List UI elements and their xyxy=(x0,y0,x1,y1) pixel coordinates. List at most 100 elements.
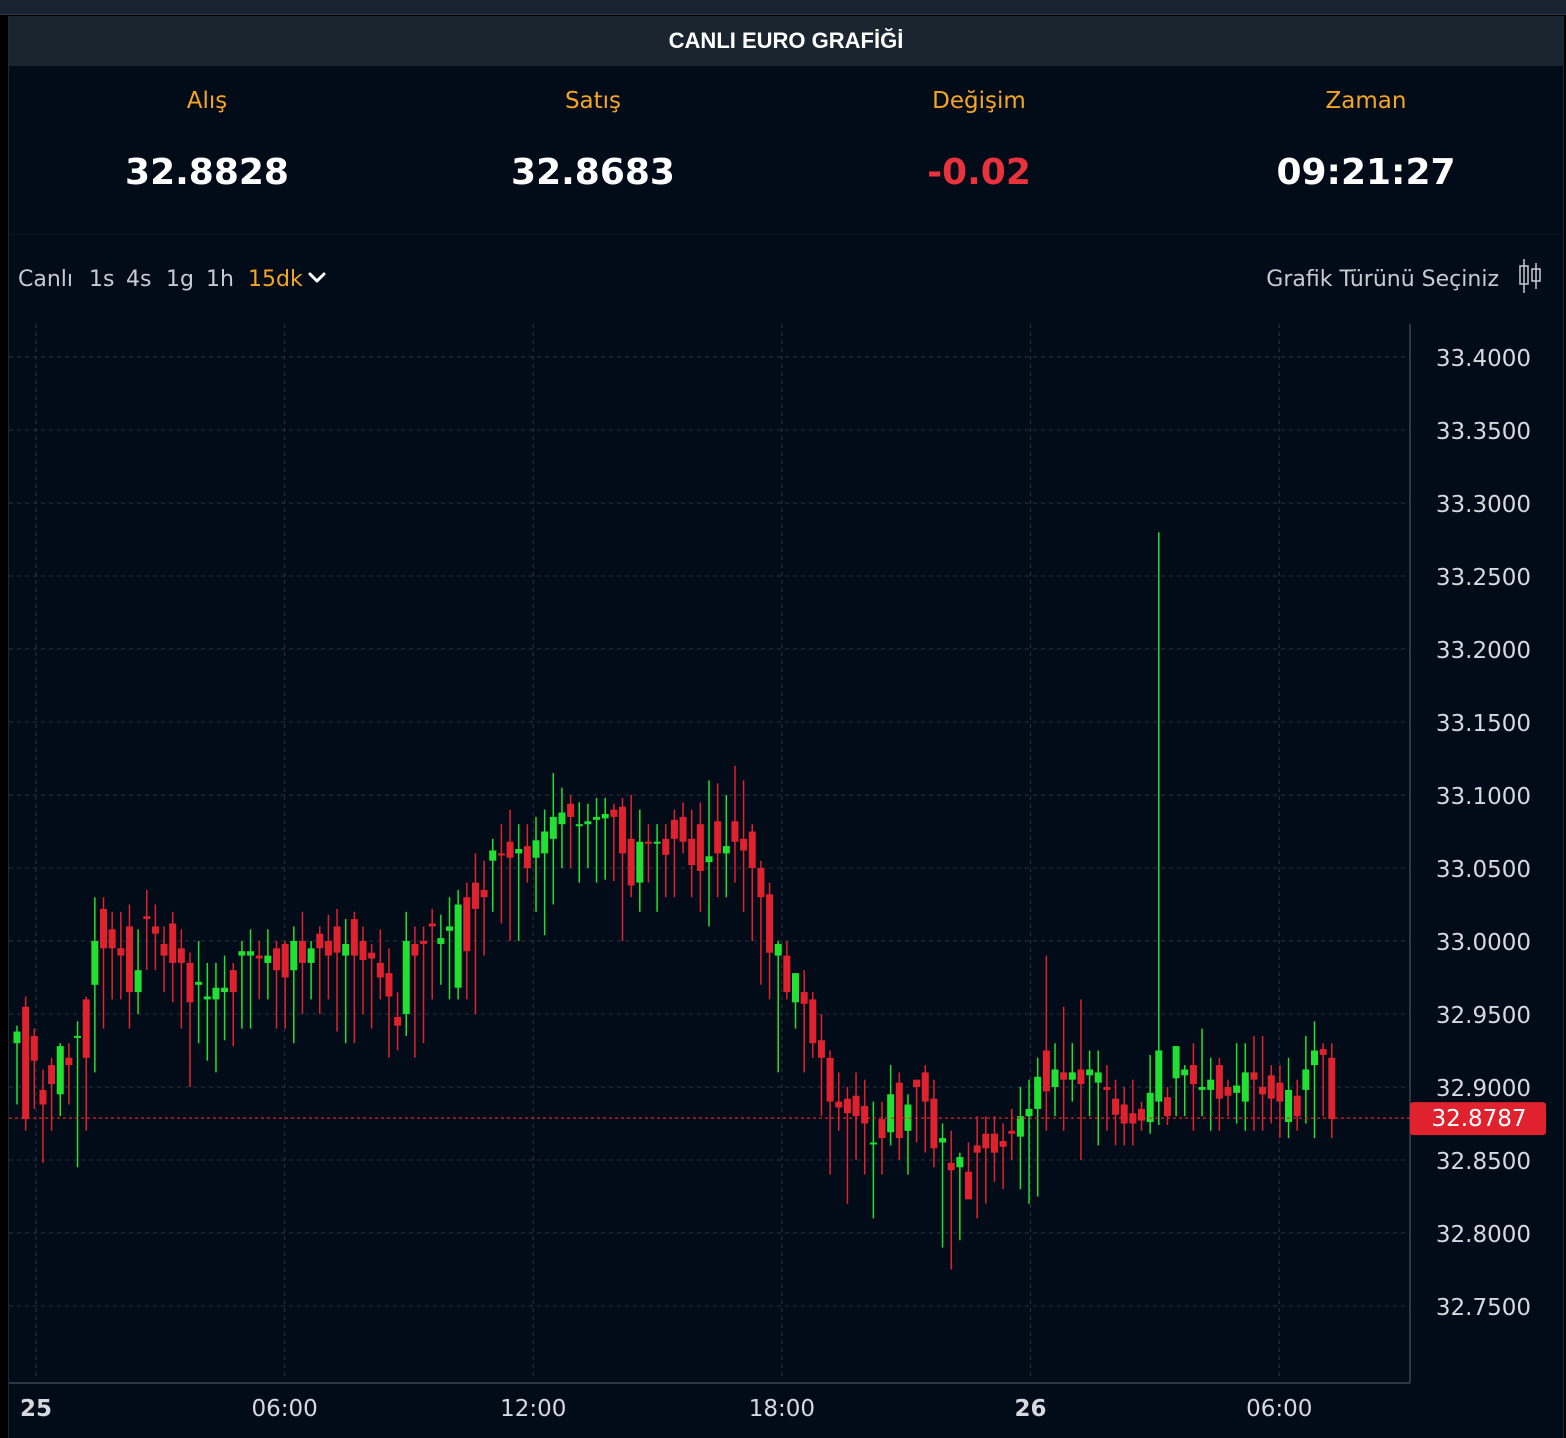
y-tick-label: 33.0000 xyxy=(1436,930,1531,956)
candle-body xyxy=(532,840,540,858)
y-tick-label: 33.3000 xyxy=(1436,492,1531,518)
candle-body xyxy=(965,1171,972,1200)
candle-body xyxy=(1224,1087,1232,1096)
candle-body xyxy=(1042,1050,1050,1092)
candle-body xyxy=(515,849,523,854)
candle-body xyxy=(1233,1085,1241,1093)
candle-body xyxy=(1060,1072,1068,1080)
candle-body xyxy=(342,943,350,956)
candle-body xyxy=(1250,1072,1258,1080)
candle-body xyxy=(125,926,133,993)
candle-body xyxy=(835,1101,843,1108)
candle-body xyxy=(1103,1087,1111,1090)
candle-body xyxy=(151,926,159,934)
candle-body xyxy=(1077,1069,1085,1085)
x-tick-label: 06:00 xyxy=(1246,1396,1312,1422)
candle-body xyxy=(878,1119,886,1139)
candle-body xyxy=(186,962,194,1003)
candle-body xyxy=(913,1079,921,1087)
candle-body xyxy=(1138,1108,1145,1121)
candle-body xyxy=(722,846,730,854)
candle-body xyxy=(333,926,341,953)
candle-body xyxy=(567,803,575,817)
candle-body xyxy=(1267,1075,1275,1099)
candle-body xyxy=(1034,1076,1042,1109)
candle-body xyxy=(947,1162,955,1171)
y-tick-label: 33.0500 xyxy=(1436,857,1531,883)
candle-body xyxy=(368,952,376,959)
candle-body xyxy=(999,1141,1007,1147)
candle-body xyxy=(1293,1095,1301,1117)
candle-body xyxy=(359,941,367,960)
candle-body xyxy=(843,1098,851,1114)
candle-body xyxy=(757,868,765,898)
candle-body xyxy=(203,996,211,1000)
y-tick-label: 32.8500 xyxy=(1436,1149,1531,1175)
candle-body xyxy=(221,987,229,993)
candle-body xyxy=(281,943,289,978)
candle-body xyxy=(1181,1069,1189,1076)
y-tick-label: 33.2500 xyxy=(1436,565,1531,591)
candle-body xyxy=(1051,1069,1059,1087)
x-tick-label: 06:00 xyxy=(251,1396,317,1422)
candle-body xyxy=(298,941,306,963)
candle-body xyxy=(1068,1072,1076,1080)
candle-body xyxy=(402,941,410,1014)
candle-body xyxy=(428,923,436,927)
candle-body xyxy=(307,948,315,963)
candle-body xyxy=(809,999,817,1044)
candle-body xyxy=(13,1031,21,1044)
chart-axes: 33.4000 33.3500 33.3000 33.2500 33.2000 33.15… xyxy=(9,324,1546,1422)
candle-body xyxy=(670,819,678,839)
candle-body xyxy=(238,951,246,956)
x-tick-label: 25 xyxy=(20,1396,52,1422)
candle-body xyxy=(627,838,635,886)
candle-body xyxy=(480,889,488,898)
candle-body xyxy=(869,1142,877,1145)
candle-body xyxy=(1276,1082,1284,1102)
candle-body xyxy=(1311,1050,1318,1066)
candle-body xyxy=(82,999,90,1058)
candlestick-chart[interactable]: 33.4000 33.3500 33.3000 33.2500 33.2000 33.15… xyxy=(9,16,1563,1438)
candle-body xyxy=(394,1016,402,1026)
candle-body xyxy=(1016,1116,1024,1137)
candle-body xyxy=(1259,1087,1267,1095)
candle-body xyxy=(385,973,393,997)
candle-body xyxy=(1328,1057,1336,1120)
candle-body xyxy=(411,943,419,956)
candle-body xyxy=(117,948,125,956)
candle-body xyxy=(610,809,618,817)
candle-body xyxy=(887,1094,895,1133)
candle-body xyxy=(100,908,107,949)
x-tick-label: 18:00 xyxy=(749,1396,815,1422)
candle-body xyxy=(1189,1065,1197,1085)
candle-body xyxy=(1163,1097,1171,1117)
candle-body xyxy=(575,824,583,827)
candle-body xyxy=(973,1145,981,1153)
candle-body xyxy=(990,1133,998,1153)
candle-body xyxy=(160,943,168,956)
candle-body xyxy=(1155,1050,1163,1102)
candle-body xyxy=(541,831,549,854)
candle-body xyxy=(549,816,557,839)
candle-body xyxy=(1302,1069,1310,1090)
candle-body xyxy=(731,821,739,842)
candle-body xyxy=(247,951,255,956)
candle-body xyxy=(376,962,384,978)
candle-body xyxy=(792,973,799,1003)
candle-body xyxy=(1172,1046,1180,1079)
candle-body xyxy=(1008,1130,1016,1134)
euro-chart-widget: CANLI EURO GRAFİĞİ Alış 32.8828 Satış 32… xyxy=(8,16,1564,1438)
candle-body xyxy=(324,941,332,956)
candle-body xyxy=(705,856,713,863)
last-price-label: 32.8787 xyxy=(1431,1106,1526,1132)
candle-body xyxy=(696,824,704,871)
candle-body xyxy=(1207,1079,1215,1090)
candle-body xyxy=(48,1065,56,1085)
y-tick-label: 32.9500 xyxy=(1436,1003,1531,1029)
candle-body xyxy=(852,1095,860,1117)
candle-body xyxy=(584,821,592,825)
candle-body xyxy=(644,841,652,844)
y-tick-label: 33.1000 xyxy=(1436,784,1531,810)
candle-body xyxy=(212,987,220,1000)
